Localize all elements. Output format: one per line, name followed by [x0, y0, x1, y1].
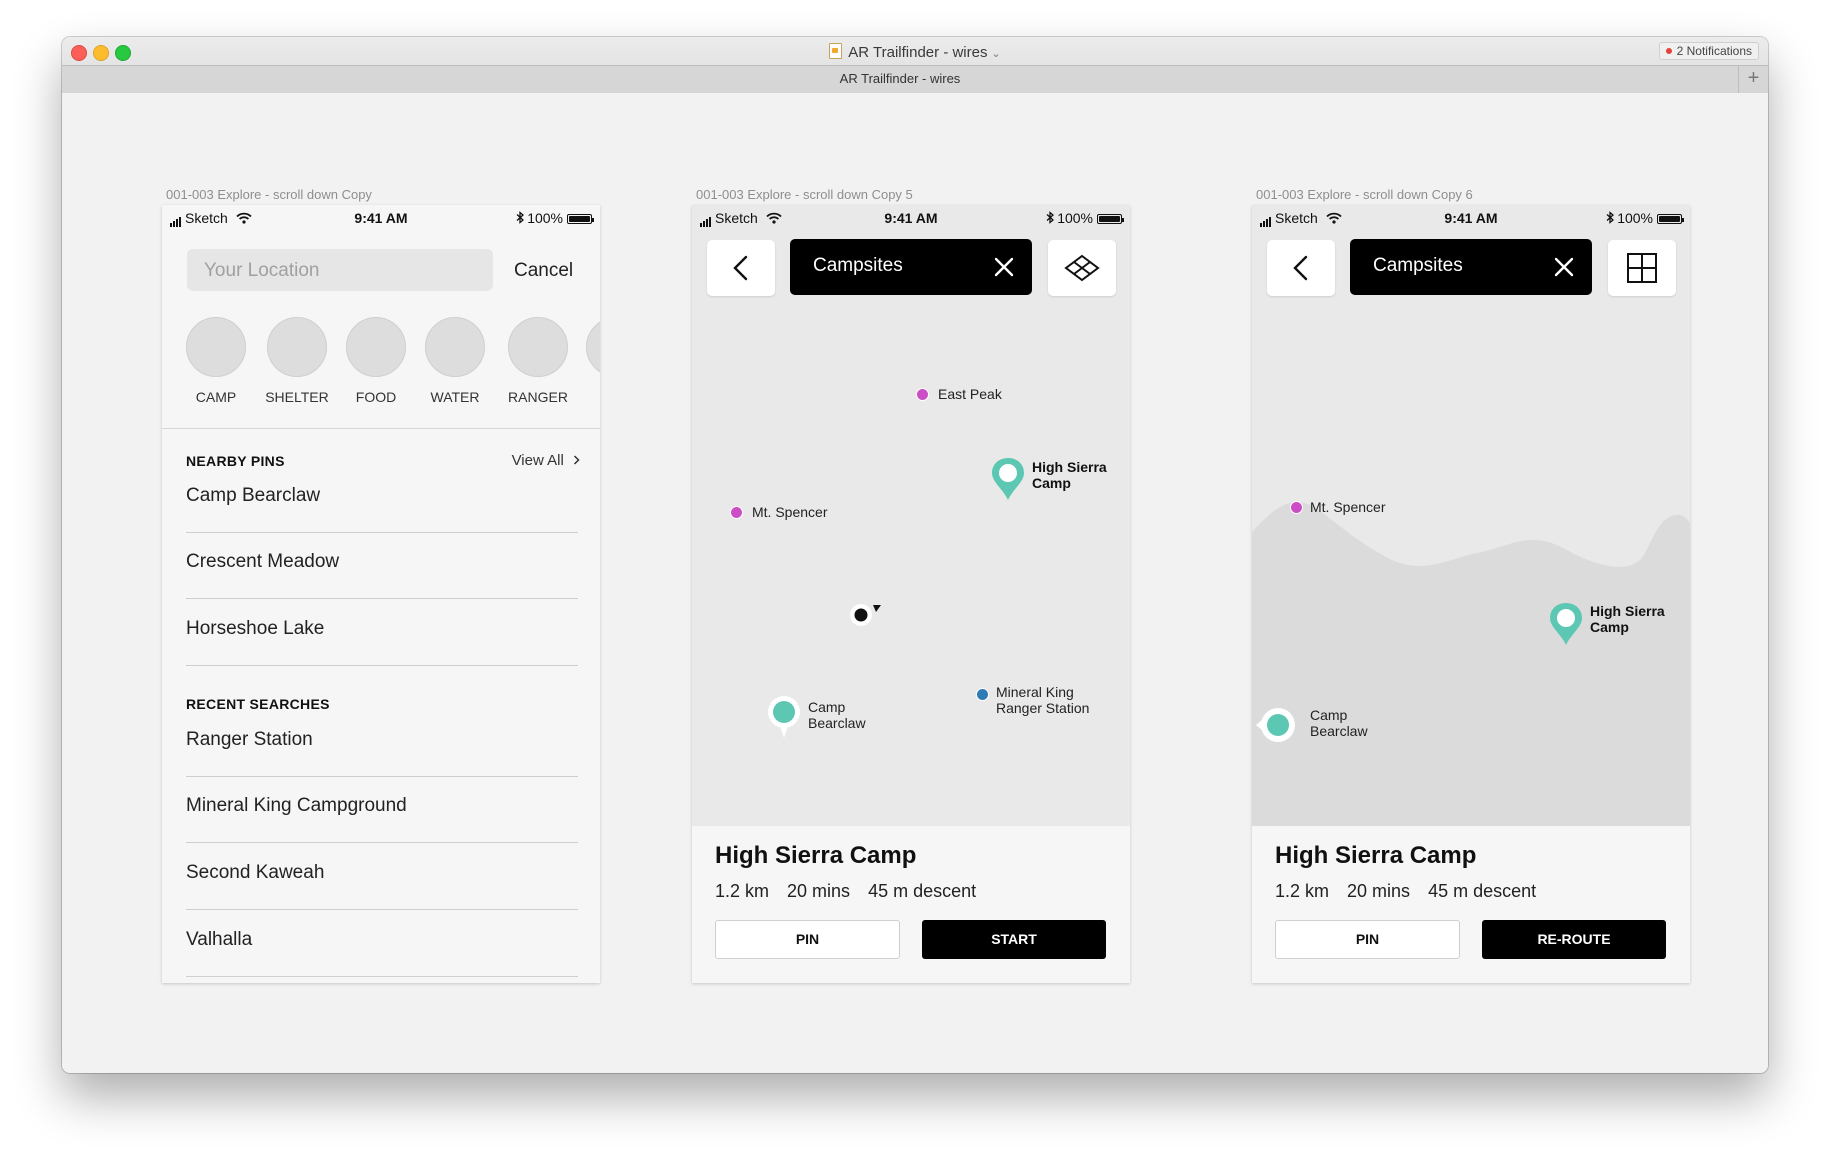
category-carousel[interactable]: CAMP SHELTER FOOD WATER RANGER	[162, 317, 600, 417]
category-camp[interactable]: CAMP	[176, 317, 256, 405]
back-button[interactable]	[1267, 240, 1335, 296]
chevron-down-icon: ⌄	[991, 48, 1001, 60]
battery-icon	[567, 214, 594, 224]
category-ranger[interactable]: RANGER	[498, 317, 578, 405]
bluetooth-icon	[516, 211, 525, 224]
list-item[interactable]: Camp Bearclaw	[186, 467, 578, 533]
document-title[interactable]: AR Trailfinder - wires ⌄	[62, 43, 1768, 61]
map-layers-button[interactable]	[1048, 240, 1116, 296]
poi-marker[interactable]	[730, 506, 743, 519]
app-window: AR Trailfinder - wires ⌄ 2 Notifications …	[62, 37, 1768, 1073]
artboard-label[interactable]: 001-003 Explore - scroll down Copy 5	[696, 187, 913, 202]
start-button[interactable]: START	[922, 920, 1106, 959]
map-view-toggle-button[interactable]	[1608, 240, 1676, 296]
pin-button[interactable]: PIN	[715, 920, 900, 959]
list-item[interactable]: Horseshoe Lake	[186, 600, 578, 666]
add-tab-button[interactable]: +	[1738, 66, 1768, 93]
place-detail-sheet: High Sierra Camp 1.2 km 20 mins 45 m desce…	[1252, 826, 1690, 983]
artboard-search[interactable]: Sketch 9:41 AM 100% Your Location Cancel…	[162, 205, 600, 983]
battery-icon	[1657, 214, 1684, 224]
back-button[interactable]	[707, 240, 775, 296]
artboard-label[interactable]: 001-003 Explore - scroll down Copy	[166, 187, 372, 202]
chevron-left-icon	[733, 255, 748, 281]
route-summary: 1.2 km 20 mins 45 m descent	[715, 881, 977, 901]
poi-label: East Peak	[938, 386, 1002, 402]
food-category-icon	[346, 317, 406, 377]
chevron-left-icon	[1293, 255, 1308, 281]
filter-chip[interactable]: Campsites	[790, 239, 1032, 295]
notification-dot-icon	[1665, 48, 1672, 54]
recent-searches-heading: RECENT SEARCHES	[186, 696, 330, 712]
tab-bar: AR Trailfinder - wires +	[62, 65, 1768, 93]
title-bar: AR Trailfinder - wires ⌄ 2 Notifications …	[62, 37, 1768, 93]
grid-icon	[1627, 253, 1657, 283]
poi-label: Mt. Spencer	[752, 504, 828, 520]
artboard-map-terrain[interactable]: Sketch 9:41 AM 100% Campsites Mt. Spence…	[1252, 205, 1690, 983]
layers-icon	[1064, 254, 1100, 282]
list-item[interactable]: Crescent Meadow	[186, 533, 578, 599]
place-title: High Sierra Camp	[1275, 842, 1477, 869]
filter-chip[interactable]: Campsites	[1350, 239, 1592, 295]
category-shelter[interactable]: SHELTER	[257, 317, 337, 405]
bluetooth-icon	[1606, 211, 1615, 224]
poi-label: High Sierra Camp	[1032, 459, 1107, 491]
poi-marker[interactable]	[1290, 501, 1303, 514]
poi-marker[interactable]	[976, 688, 989, 701]
map-pin-icon[interactable]	[990, 456, 1026, 502]
re-route-button[interactable]: RE-ROUTE	[1482, 920, 1666, 959]
map-view[interactable]: Sketch 9:41 AM 100% Campsites	[692, 205, 1130, 826]
poi-label: Mt. Spencer	[1310, 499, 1386, 515]
map-pin-icon[interactable]	[1548, 601, 1584, 647]
bluetooth-icon	[1046, 211, 1055, 224]
category-food[interactable]: FOOD	[336, 317, 416, 405]
ranger-category-icon	[508, 317, 568, 377]
chevron-right-icon	[573, 455, 580, 465]
battery-icon	[1097, 214, 1124, 224]
location-search-input[interactable]: Your Location	[187, 249, 493, 291]
section-divider	[162, 428, 600, 429]
artboard-map-2d[interactable]: Sketch 9:41 AM 100% Campsites East Peak …	[692, 205, 1130, 983]
list-item[interactable]: Valhalla	[186, 911, 578, 977]
place-detail-sheet: High Sierra Camp 1.2 km 20 mins 45 m desce…	[692, 826, 1130, 983]
category-partial[interactable]: W	[576, 317, 600, 405]
sketch-document-icon	[829, 43, 843, 59]
status-bar: Sketch 9:41 AM 100%	[1252, 205, 1690, 231]
list-item[interactable]: Ranger Station	[186, 711, 578, 777]
list-item[interactable]: Second Kaweah	[186, 844, 578, 910]
artboard-label[interactable]: 001-003 Explore - scroll down Copy 6	[1256, 187, 1473, 202]
place-title: High Sierra Camp	[715, 842, 917, 869]
user-location-icon	[850, 604, 881, 626]
poi-label: Camp Bearclaw	[1310, 707, 1368, 739]
status-bar: Sketch 9:41 AM 100%	[162, 205, 600, 231]
partial-category-icon	[586, 317, 600, 377]
category-water[interactable]: WATER	[415, 317, 495, 405]
list-item[interactable]: Mineral King Campground	[186, 777, 578, 843]
sketch-canvas[interactable]: 001-003 Explore - scroll down Copy Sketc…	[62, 93, 1768, 1073]
map-pin-icon[interactable]	[766, 694, 802, 740]
close-icon[interactable]	[1552, 255, 1576, 279]
notifications-badge[interactable]: 2 Notifications	[1658, 42, 1759, 60]
shelter-category-icon	[267, 317, 327, 377]
route-summary: 1.2 km 20 mins 45 m descent	[1275, 881, 1537, 901]
close-icon[interactable]	[992, 255, 1016, 279]
pin-button[interactable]: PIN	[1275, 920, 1460, 959]
poi-label: Mineral King Ranger Station	[996, 684, 1090, 716]
status-bar: Sketch 9:41 AM 100%	[692, 205, 1130, 231]
water-category-icon	[425, 317, 485, 377]
poi-label: Camp Bearclaw	[808, 699, 866, 731]
poi-label: High Sierra Camp	[1590, 603, 1665, 635]
map-view[interactable]: Sketch 9:41 AM 100% Campsites	[1252, 205, 1690, 826]
poi-marker[interactable]	[916, 388, 929, 401]
camp-category-icon	[186, 317, 246, 377]
tab-document[interactable]: AR Trailfinder - wires	[62, 71, 1738, 86]
offscreen-pin-icon[interactable]	[1254, 705, 1298, 745]
cancel-button[interactable]: Cancel	[514, 260, 573, 282]
